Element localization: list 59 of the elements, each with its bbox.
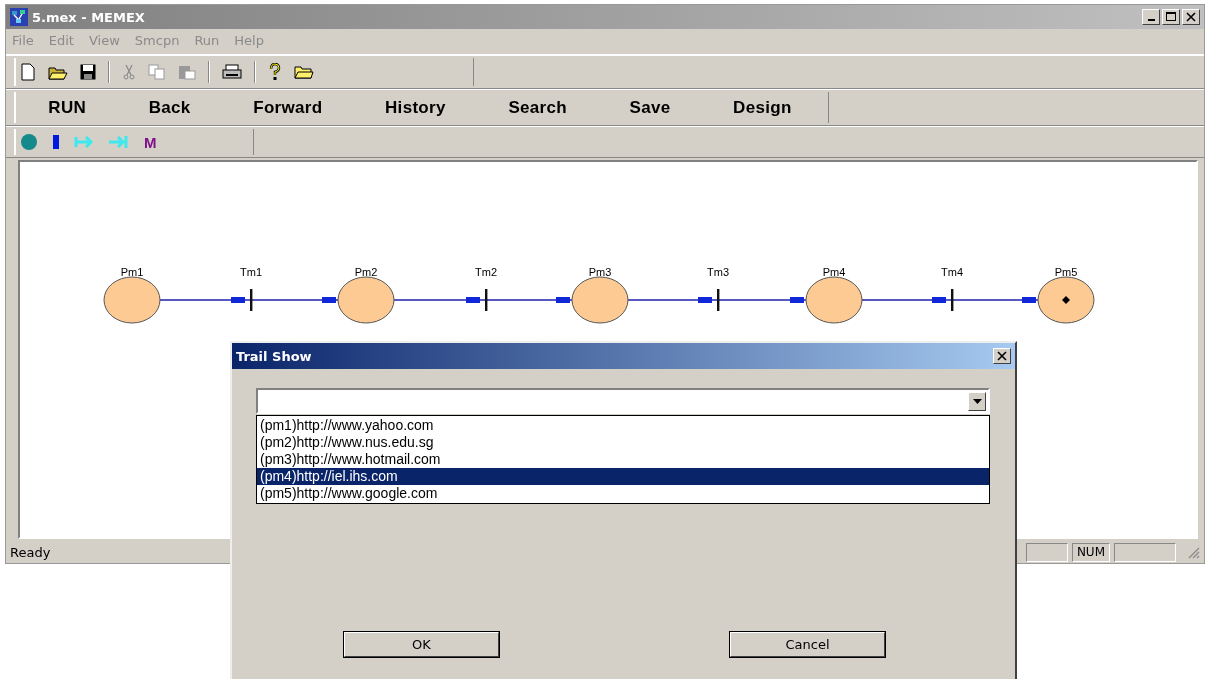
new-file-icon[interactable]	[20, 63, 36, 81]
dropdown-option[interactable]: (pm1)http://www.yahoo.com	[257, 417, 989, 434]
dialog-button[interactable]: OK	[344, 632, 499, 657]
toolbar-button[interactable]: Back	[142, 95, 197, 120]
status-text: Ready	[10, 544, 51, 560]
dropdown-option[interactable]: (pm2)http://www.nus.edu.sg	[257, 434, 989, 451]
dropdown-arrow-button[interactable]	[968, 391, 986, 411]
transition-bar[interactable]	[485, 289, 488, 311]
dropdown-option[interactable]: (pm3)http://www.hotmail.com	[257, 451, 989, 468]
minimize-button[interactable]	[1142, 9, 1160, 25]
transition-label: Tm1	[240, 266, 262, 278]
transition-label: Tm4	[941, 266, 963, 278]
maximize-icon	[1166, 12, 1176, 22]
resize-grip-icon[interactable]	[1186, 545, 1200, 559]
status-indicator: NUM	[1071, 542, 1110, 562]
help-icon[interactable]	[268, 63, 282, 81]
status-pane	[1114, 542, 1176, 562]
window-title: 5.mex - MEMEX	[32, 9, 145, 25]
place-label: Pm2	[354, 266, 378, 278]
toolbar-button[interactable]: Save	[623, 95, 677, 120]
transition-label: Tm3	[707, 266, 729, 278]
open-folder-icon[interactable]	[48, 64, 68, 80]
dialog-button[interactable]: Cancel	[730, 632, 885, 657]
place-node[interactable]	[103, 276, 161, 324]
m-tool-button[interactable]: M	[142, 133, 159, 151]
close-button[interactable]	[993, 348, 1011, 364]
toolbar-button[interactable]: Design	[727, 95, 798, 120]
printer-icon[interactable]	[222, 64, 242, 80]
caret-icon	[972, 398, 982, 404]
place-node[interactable]	[805, 276, 863, 324]
place-label: Pm1	[120, 266, 144, 278]
network-icon	[10, 8, 28, 26]
place-node[interactable]	[1037, 276, 1095, 324]
place-label: Pm3	[588, 266, 612, 278]
toolbar-button[interactable]: RUN	[42, 95, 93, 120]
place-label: Pm5	[1054, 266, 1078, 278]
transition-bar[interactable]	[951, 289, 954, 311]
dropdown-option[interactable]: (pm4)http://iel.ihs.com	[257, 468, 989, 485]
transition-bar[interactable]	[250, 289, 253, 311]
place-node[interactable]	[571, 276, 629, 324]
transition-bar[interactable]	[717, 289, 720, 311]
dropdown-option[interactable]: (pm5)http://www.google.com	[257, 485, 989, 502]
close-button[interactable]	[1182, 9, 1200, 25]
place-node[interactable]	[337, 276, 395, 324]
bar-tool-icon[interactable]	[52, 134, 60, 150]
status-pane	[1025, 542, 1068, 562]
folder-icon[interactable]	[294, 65, 314, 79]
save-icon[interactable]	[80, 64, 96, 80]
toolbar-button[interactable]: Forward	[247, 95, 329, 120]
transition-label: Tm2	[475, 266, 497, 278]
dialog-title: Trail Show	[236, 348, 312, 364]
maximize-button[interactable]	[1162, 9, 1180, 25]
minimize-icon	[1147, 19, 1155, 21]
toolbar-button[interactable]: Search	[502, 95, 573, 120]
circle-tool-icon[interactable]	[20, 133, 38, 151]
url-dropdown[interactable]	[256, 388, 990, 414]
paste-icon[interactable]	[178, 64, 196, 80]
toolbar-button[interactable]: History	[379, 95, 452, 120]
place-label: Pm4	[822, 266, 846, 278]
